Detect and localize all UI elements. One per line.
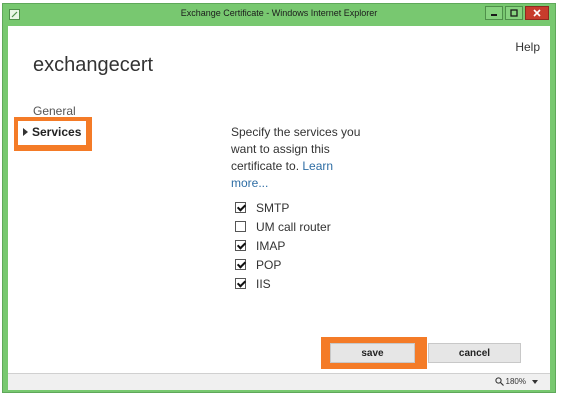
iis-checkbox[interactable] bbox=[235, 278, 246, 289]
service-label: UM call router bbox=[256, 219, 331, 234]
service-label: POP bbox=[256, 257, 282, 272]
chevron-down-icon bbox=[532, 379, 538, 384]
status-bar: 180% bbox=[8, 373, 550, 390]
service-row-imap: IMAP bbox=[235, 236, 331, 255]
maximize-button[interactable] bbox=[505, 6, 523, 20]
close-button[interactable] bbox=[525, 6, 549, 20]
services-list: SMTP UM call router IMAP POP IIS bbox=[235, 198, 331, 293]
zoom-icon bbox=[494, 377, 504, 386]
service-row-pop: POP bbox=[235, 255, 331, 274]
window-title: Exchange Certificate - Windows Internet … bbox=[180, 8, 378, 18]
help-link[interactable]: Help bbox=[515, 40, 540, 54]
window-controls bbox=[483, 6, 549, 20]
close-icon bbox=[533, 9, 541, 17]
um-call-router-checkbox[interactable] bbox=[235, 221, 246, 232]
zoom-control[interactable]: 180% bbox=[494, 377, 538, 386]
save-button[interactable]: save bbox=[330, 343, 415, 363]
sidebar-item-label: Services bbox=[32, 125, 82, 139]
imap-checkbox[interactable] bbox=[235, 240, 246, 251]
sidebar-item-services[interactable]: Services bbox=[18, 121, 86, 145]
maximize-icon bbox=[510, 9, 518, 17]
smtp-checkbox[interactable] bbox=[235, 202, 246, 213]
page-content: Help exchangecert General Services Speci… bbox=[8, 26, 550, 373]
title-bar[interactable]: Exchange Certificate - Windows Internet … bbox=[3, 4, 555, 26]
service-row-um-call-router: UM call router bbox=[235, 217, 331, 236]
service-label: IMAP bbox=[256, 238, 286, 253]
minimize-icon bbox=[491, 14, 497, 16]
services-description: Specify the services you want to assign … bbox=[231, 124, 366, 192]
description-text: Specify the services you want to assign … bbox=[231, 125, 361, 173]
minimize-button[interactable] bbox=[485, 6, 503, 20]
zoom-level: 180% bbox=[505, 377, 526, 386]
browser-window: Exchange Certificate - Windows Internet … bbox=[2, 3, 556, 393]
service-row-iis: IIS bbox=[235, 274, 331, 293]
cancel-button[interactable]: cancel bbox=[428, 343, 521, 363]
services-highlight-box: Services bbox=[14, 117, 92, 151]
sidebar-item-general[interactable]: General bbox=[33, 104, 76, 118]
selected-arrow-icon bbox=[23, 128, 28, 136]
service-row-smtp: SMTP bbox=[235, 198, 331, 217]
page-title: exchangecert bbox=[33, 54, 154, 76]
pop-checkbox[interactable] bbox=[235, 259, 246, 270]
service-label: SMTP bbox=[256, 200, 290, 215]
service-label: IIS bbox=[256, 276, 271, 291]
